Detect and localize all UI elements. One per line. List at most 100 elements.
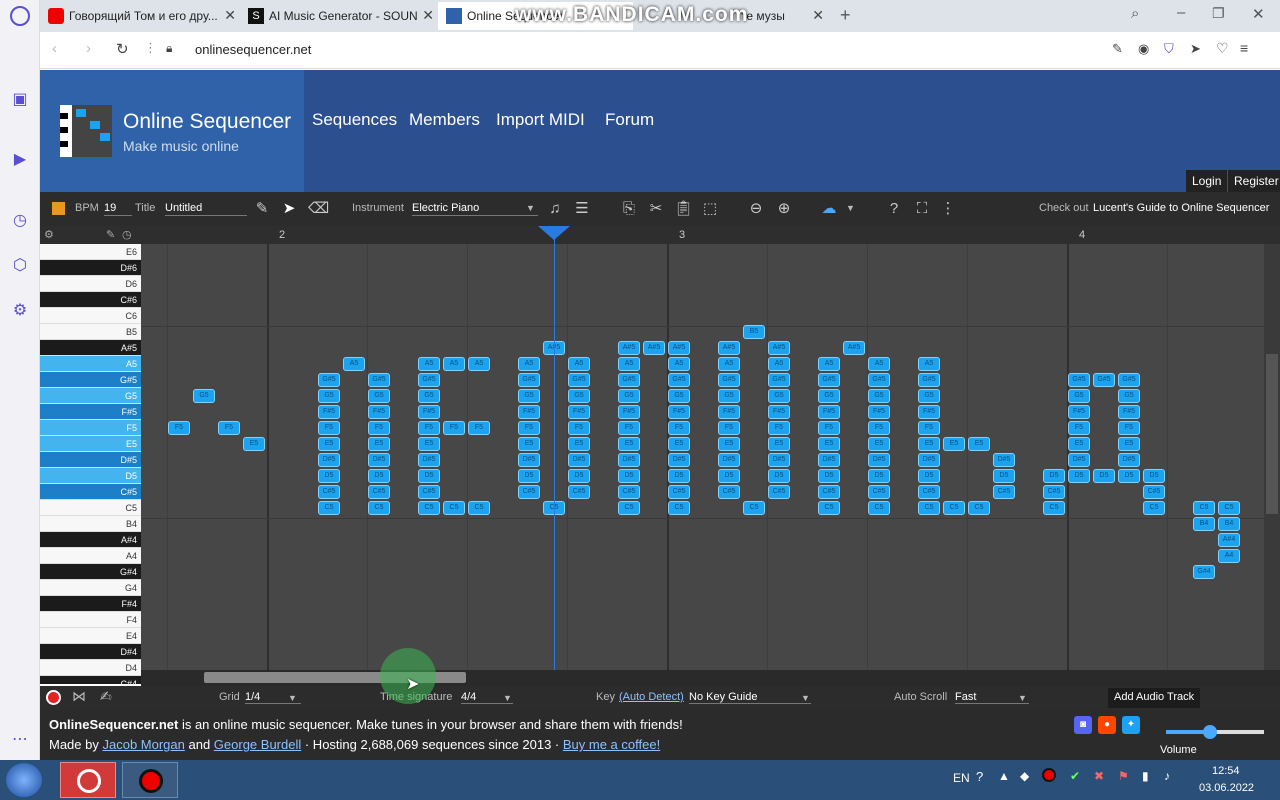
vertical-scrollbar[interactable] — [1264, 244, 1280, 670]
register-button[interactable]: Register — [1228, 170, 1280, 192]
pencil-icon[interactable]: ✎ — [106, 228, 115, 241]
sequencer-note[interactable]: G#5 — [818, 373, 840, 387]
sequencer-note[interactable]: C#5 — [518, 485, 540, 499]
sequencer-note[interactable]: D5 — [993, 469, 1015, 483]
grid-dropdown-icon[interactable]: ▼ — [288, 693, 297, 703]
sequencer-note[interactable]: G5 — [368, 389, 390, 403]
pointer-tool-icon[interactable]: ➤ — [280, 200, 298, 218]
sequencer-note[interactable]: F#5 — [818, 405, 840, 419]
sequencer-note[interactable]: A5 — [718, 357, 740, 371]
sequencer-note[interactable]: E5 — [868, 437, 890, 451]
author-link-george[interactable]: George Burdell — [214, 737, 301, 752]
key-guide-select[interactable]: No Key Guide — [689, 691, 811, 704]
sequencer-note[interactable]: G#5 — [1093, 373, 1115, 387]
sequencer-note[interactable]: E5 — [818, 437, 840, 451]
sequencer-note[interactable]: D#5 — [568, 453, 590, 467]
sequencer-note[interactable]: F#5 — [668, 405, 690, 419]
piano-key[interactable]: G4 — [40, 580, 141, 596]
bpm-input[interactable]: 19 — [104, 201, 132, 216]
browser-tab-talking-tom[interactable]: Говорящий Том и его дру... ✕ — [40, 2, 240, 30]
record-icon[interactable] — [46, 690, 61, 705]
sequencer-note[interactable]: C5 — [618, 501, 640, 515]
sequencer-note[interactable]: C5 — [368, 501, 390, 515]
piano-key[interactable]: D4 — [40, 660, 141, 676]
sequencer-note[interactable]: C5 — [318, 501, 340, 515]
sequencer-note[interactable]: A#5 — [718, 341, 740, 355]
sequencer-note[interactable]: D5 — [818, 469, 840, 483]
sequencer-note[interactable]: F5 — [518, 421, 540, 435]
piano-key[interactable]: C#6 — [40, 292, 141, 308]
buy-coffee-link[interactable]: Buy me a coffee! — [563, 737, 660, 752]
forward-icon[interactable]: › — [86, 40, 91, 57]
sequencer-note[interactable]: E5 — [768, 437, 790, 451]
twitter-icon[interactable]: ✦ — [1122, 716, 1140, 734]
auto-scroll-dropdown-icon[interactable]: ▼ — [1018, 693, 1027, 703]
sequencer-note[interactable]: C#5 — [318, 485, 340, 499]
sequencer-note[interactable]: F#5 — [368, 405, 390, 419]
sequencer-note[interactable]: C5 — [1193, 501, 1215, 515]
sequencer-note[interactable]: F5 — [718, 421, 740, 435]
sequencer-note[interactable]: D5 — [568, 469, 590, 483]
time-signature-dropdown-icon[interactable]: ▼ — [503, 693, 512, 703]
sequencer-note[interactable]: G#5 — [918, 373, 940, 387]
sequencer-note[interactable]: C#5 — [818, 485, 840, 499]
sequencer-note[interactable]: D5 — [1043, 469, 1065, 483]
sequencer-note[interactable]: G#4 — [1193, 565, 1215, 579]
author-link-jacob[interactable]: Jacob Morgan — [102, 737, 184, 752]
guide-link[interactable]: Lucent's Guide to Online Sequencer — [1093, 192, 1269, 224]
sequencer-note[interactable]: C#5 — [868, 485, 890, 499]
piano-key[interactable]: B4 — [40, 516, 141, 532]
sequencer-note[interactable]: F5 — [418, 421, 440, 435]
cut-scissors-icon[interactable]: ✂ — [647, 200, 665, 218]
sequencer-note[interactable]: F5 — [168, 421, 190, 435]
zoom-in-icon[interactable]: ⊕ — [775, 200, 793, 218]
sequencer-note[interactable]: D#5 — [418, 453, 440, 467]
url-field[interactable]: onlinesequencer.net — [195, 42, 311, 57]
history-icon[interactable]: ◷ — [10, 211, 30, 231]
sequencer-note[interactable]: E5 — [368, 437, 390, 451]
sequencer-note[interactable]: G#5 — [618, 373, 640, 387]
login-button[interactable]: Login — [1186, 170, 1228, 192]
sequencer-note[interactable]: G5 — [318, 389, 340, 403]
sequencer-note[interactable]: D5 — [868, 469, 890, 483]
sequencer-note[interactable]: C#5 — [918, 485, 940, 499]
sequencer-note[interactable]: C5 — [968, 501, 990, 515]
sequencer-note[interactable]: C5 — [443, 501, 465, 515]
sequencer-note[interactable]: F5 — [818, 421, 840, 435]
settings-gear-icon[interactable]: ⚙ — [10, 301, 30, 321]
piano-key[interactable]: D#5 — [40, 452, 141, 468]
network-warning-icon[interactable]: ✖ — [1094, 769, 1104, 783]
piano-key[interactable]: B5 — [40, 324, 141, 340]
player-icon[interactable]: ▶ — [10, 150, 30, 170]
close-tab-icon[interactable]: ✕ — [422, 7, 434, 24]
sequencer-note[interactable]: A#4 — [1218, 533, 1240, 547]
eraser-icon[interactable]: ⌫ — [308, 200, 329, 218]
heart-icon[interactable]: ♡ — [1216, 40, 1229, 57]
sequencer-note[interactable]: D5 — [618, 469, 640, 483]
sequencer-note[interactable]: D#5 — [918, 453, 940, 467]
sequencer-note[interactable]: F5 — [318, 421, 340, 435]
piano-key[interactable]: F5 — [40, 420, 141, 436]
sequencer-note[interactable]: F#5 — [518, 405, 540, 419]
sequencer-note[interactable]: C#5 — [993, 485, 1015, 499]
sequencer-note[interactable]: C#5 — [1143, 485, 1165, 499]
back-icon[interactable]: ‹ — [52, 40, 57, 57]
instrument-select[interactable]: Electric Piano — [412, 201, 538, 216]
sequencer-note[interactable]: G#5 — [368, 373, 390, 387]
new-tab-icon[interactable]: + — [840, 5, 851, 26]
pencil-draw-icon[interactable]: ✍ — [100, 688, 112, 705]
paste-icon[interactable]: 📋︎ — [674, 200, 693, 218]
clock-time[interactable]: 12:54 — [1212, 765, 1240, 777]
sequencer-note[interactable]: E5 — [968, 437, 990, 451]
piano-key[interactable]: F#5 — [40, 404, 141, 420]
sequencer-note[interactable]: A#5 — [643, 341, 665, 355]
piano-key[interactable]: D5 — [40, 468, 141, 484]
lock-icon[interactable]: 🔒︎ — [166, 41, 172, 56]
sequencer-note[interactable]: D5 — [1093, 469, 1115, 483]
piano-key[interactable]: A4 — [40, 548, 141, 564]
settings-gear-icon[interactable]: ⚙ — [44, 228, 54, 241]
piano-key[interactable]: E4 — [40, 628, 141, 644]
sequencer-note[interactable]: A#5 — [618, 341, 640, 355]
sequencer-note[interactable]: C5 — [418, 501, 440, 515]
sequencer-note[interactable]: D5 — [368, 469, 390, 483]
